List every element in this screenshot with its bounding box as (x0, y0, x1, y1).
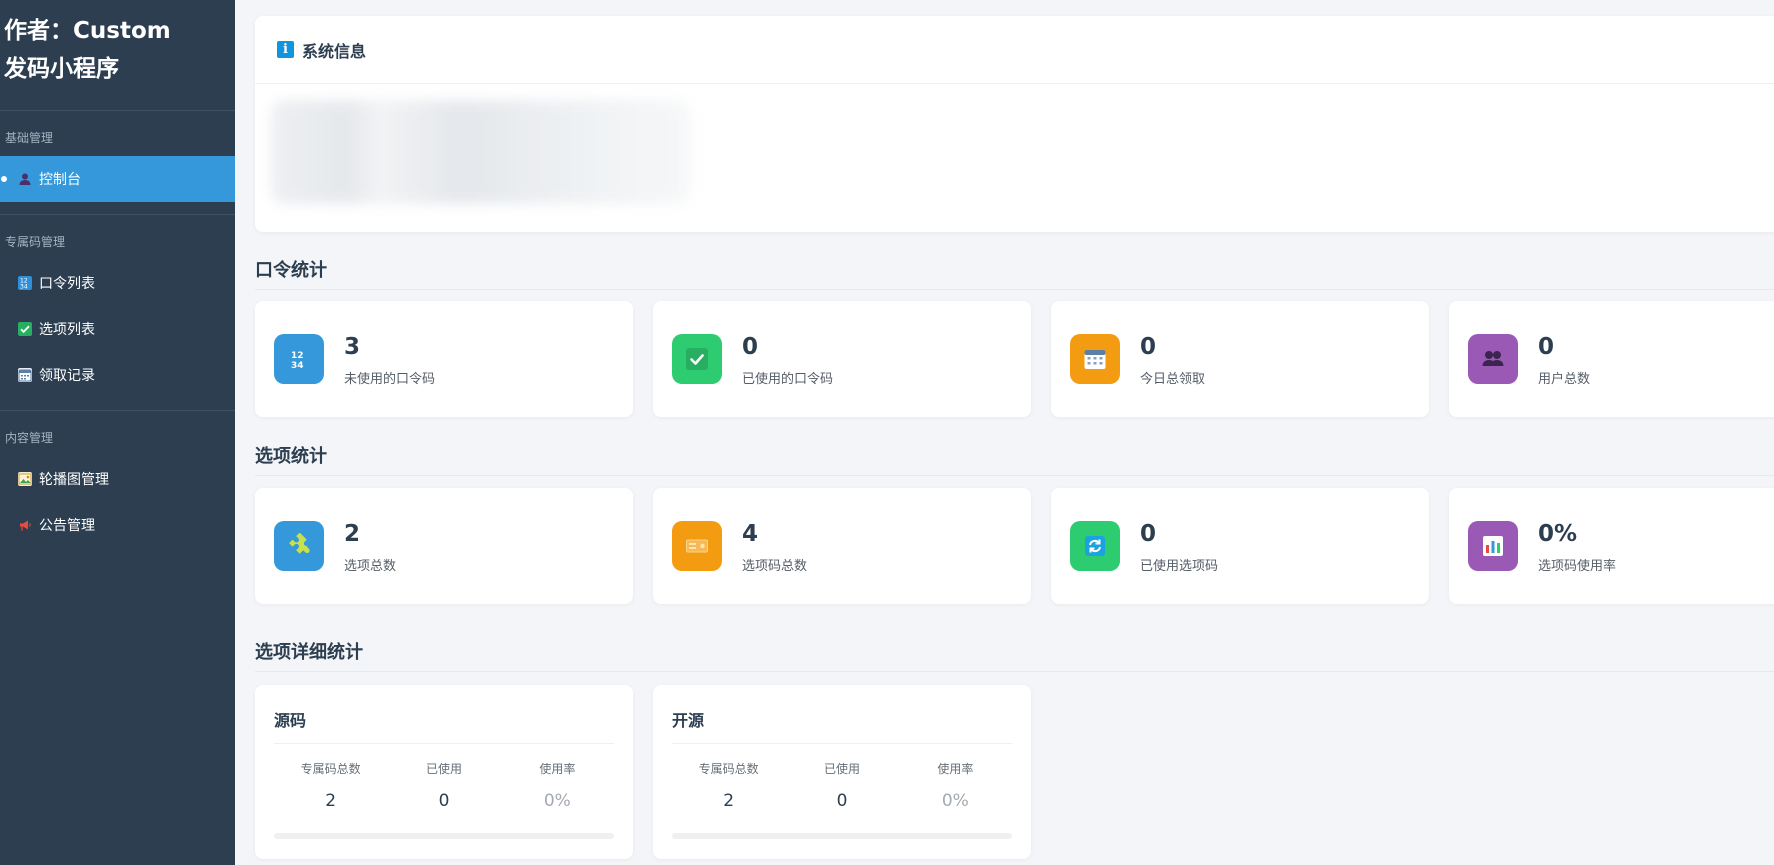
stat-label: 选项码使用率 (1538, 558, 1617, 574)
bar-chart-icon (1468, 521, 1518, 571)
refresh-icon (1070, 521, 1120, 571)
stat-value: 2 (344, 520, 361, 547)
checkbox-icon (18, 322, 32, 336)
svg-text:12: 12 (291, 351, 304, 361)
nav-section-content: 内容管理 轮播图管理 公告管理 (0, 411, 235, 560)
usage-progress-bar (672, 833, 1012, 839)
stat-card-used-option-codes: 0 已使用选项码 (1051, 488, 1429, 604)
sidebar-item-label: 领取记录 (39, 368, 95, 384)
usage-progress-bar (274, 833, 614, 839)
stat-label: 已使用选项码 (1140, 558, 1219, 574)
stat-label: 用户总数 (1538, 371, 1591, 387)
ticket-icon (672, 521, 722, 571)
detail-rate-value: 0% (941, 791, 969, 811)
megaphone-icon (18, 518, 32, 532)
svg-text:34: 34 (20, 284, 28, 291)
stat-label: 选项码总数 (742, 558, 808, 574)
nav-section-title: 内容管理 (5, 431, 54, 445)
brand-app-name: 发码小程序 (4, 56, 119, 82)
brand: 作者：Custom 发码小程序 (0, 0, 235, 111)
detail-used-value: 0 (836, 791, 848, 811)
column-header-rate: 使用率 (539, 762, 576, 776)
stat-card-total-option-codes: 4 选项码总数 (653, 488, 1031, 604)
sidebar-item-label: 控制台 (39, 172, 81, 188)
sidebar-item-announcement-management[interactable]: 公告管理 (0, 502, 235, 548)
option-details-heading: 选项详细统计 (255, 642, 363, 663)
brand-author: 作者：Custom (4, 18, 171, 44)
option-detail-title: 开源 (672, 707, 1012, 744)
nav-section-basic: 基础管理 控制台 (0, 111, 235, 215)
section-divider (255, 671, 1774, 672)
users-icon (1468, 334, 1518, 384)
svg-text:34: 34 (291, 361, 304, 371)
sidebar-item-token-list[interactable]: 12 34 口令列表 (0, 260, 235, 306)
stat-value: 0 (1538, 333, 1555, 360)
system-info-header: i 系统信息 (255, 16, 1774, 84)
section-divider (255, 475, 1774, 476)
stat-label: 选项总数 (344, 558, 397, 574)
column-header-total: 专属码总数 (698, 762, 759, 776)
user-icon (18, 172, 32, 186)
column-header-used: 已使用 (425, 762, 462, 776)
stat-value: 4 (742, 520, 759, 547)
nav-section-title: 专属码管理 (5, 235, 66, 249)
nav-section-title: 基础管理 (5, 131, 54, 145)
stat-label: 已使用的口令码 (742, 371, 834, 387)
sidebar-item-label: 选项列表 (39, 322, 95, 338)
column-header-total: 专属码总数 (300, 762, 361, 776)
column-header-rate: 使用率 (937, 762, 974, 776)
sidebar-item-label: 轮播图管理 (39, 472, 109, 488)
detail-used-value: 0 (438, 791, 450, 811)
sidebar-item-label: 口令列表 (39, 276, 95, 292)
nav-section-codes: 专属码管理 12 34 口令列表 选项列表 领取记录 (0, 215, 235, 411)
detail-total-value: 2 (325, 791, 337, 811)
stat-value: 0 (742, 333, 759, 360)
option-stats-heading: 选项统计 (255, 446, 327, 467)
sidebar-item-banner-management[interactable]: 轮播图管理 (0, 456, 235, 502)
token-stats-heading: 口令统计 (255, 260, 327, 281)
system-info-card: i 系统信息 (255, 16, 1774, 232)
stat-card-total-users: 0 用户总数 (1449, 301, 1774, 417)
number-list-icon: 12 34 (18, 276, 32, 290)
stat-card-option-code-usage-rate: 0% 选项码使用率 (1449, 488, 1774, 604)
sidebar: 作者：Custom 发码小程序 基础管理 控制台 专属码管理 12 34 口令列表… (0, 0, 235, 865)
stat-value: 0 (1140, 520, 1157, 547)
sidebar-item-claim-records[interactable]: 领取记录 (0, 352, 235, 398)
option-detail-card: 开源 专属码总数 2 已使用 0 使用率 0% (653, 685, 1031, 859)
system-info-title: 系统信息 (302, 41, 367, 61)
stat-label: 未使用的口令码 (344, 371, 436, 387)
calendar-icon (1070, 334, 1120, 384)
stat-card-total-options: 2 选项总数 (255, 488, 633, 604)
system-info-blurred-content (271, 100, 691, 204)
stat-card-used-tokens: 0 已使用的口令码 (653, 301, 1031, 417)
numbers-icon: 12 34 (274, 334, 324, 384)
info-icon: i (277, 41, 294, 58)
stat-value: 0 (1140, 333, 1157, 360)
main-content: i 系统信息 口令统计 12 34 3 未使用的口令码 0 已使用的口令码 0 今… (255, 0, 1774, 865)
stat-card-unused-tokens: 12 34 3 未使用的口令码 (255, 301, 633, 417)
stat-value: 0% (1538, 520, 1578, 547)
column-header-used: 已使用 (823, 762, 860, 776)
detail-rate-value: 0% (543, 791, 571, 811)
image-icon (18, 472, 32, 486)
stat-card-today-claims: 0 今日总领取 (1051, 301, 1429, 417)
stat-label: 今日总领取 (1140, 371, 1206, 387)
option-detail-title: 源码 (274, 707, 614, 744)
sidebar-item-dashboard[interactable]: 控制台 (0, 156, 235, 202)
sidebar-item-label: 公告管理 (39, 518, 95, 534)
section-divider (255, 289, 1774, 290)
checkmark-icon (672, 334, 722, 384)
puzzle-icon (274, 521, 324, 571)
stat-value: 3 (344, 333, 361, 360)
calendar-icon (18, 368, 32, 382)
sidebar-item-option-list[interactable]: 选项列表 (0, 306, 235, 352)
detail-total-value: 2 (723, 791, 735, 811)
option-detail-card: 源码 专属码总数 2 已使用 0 使用率 0% (255, 685, 633, 859)
